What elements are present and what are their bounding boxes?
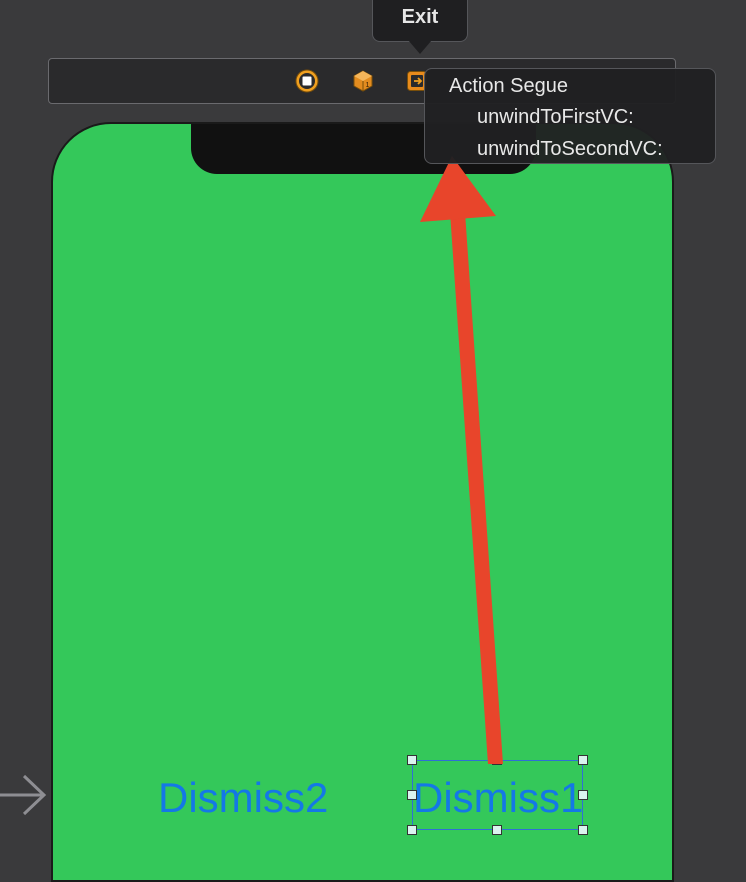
arrow-right-icon — [0, 774, 47, 816]
exit-tooltip: Exit — [372, 0, 468, 42]
resize-handle-left[interactable] — [407, 790, 417, 800]
dismiss2-button[interactable]: Dismiss2 — [158, 777, 328, 819]
exit-tooltip-label: Exit — [401, 6, 439, 28]
first-responder-icon[interactable]: 1 — [351, 69, 375, 93]
segue-menu-item[interactable]: unwindToFirstVC: — [477, 106, 634, 129]
resize-handle-top-right[interactable] — [578, 755, 588, 765]
resize-handle-bottom-right[interactable] — [578, 825, 588, 835]
action-segue-menu: Action Segue unwindToFirstVC: unwindToSe… — [424, 68, 716, 164]
selection-box — [407, 755, 588, 835]
resize-handle-bottom[interactable] — [492, 825, 502, 835]
resize-handle-bottom-left[interactable] — [407, 825, 417, 835]
resize-handle-top[interactable] — [492, 755, 502, 765]
exit-tooltip-pointer — [408, 40, 432, 54]
view-controller-icon[interactable] — [295, 69, 319, 93]
resize-handle-top-left[interactable] — [407, 755, 417, 765]
segue-menu-item[interactable]: unwindToSecondVC: — [477, 138, 663, 161]
segue-menu-header: Action Segue — [449, 75, 568, 97]
resize-handle-right[interactable] — [578, 790, 588, 800]
svg-text:1: 1 — [366, 82, 370, 89]
